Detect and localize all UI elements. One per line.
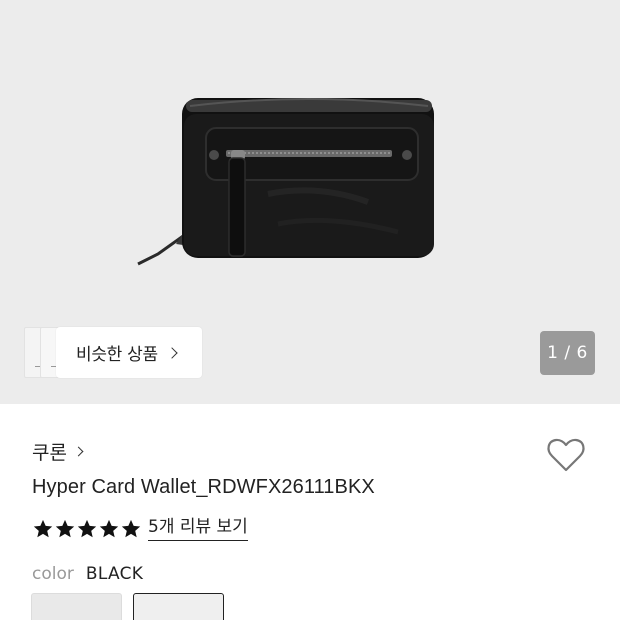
- star-filled-icon: [121, 520, 141, 538]
- similar-products-label: 비슷한 상품: [76, 345, 158, 365]
- heart-outline-icon[interactable]: [546, 436, 586, 474]
- product-image[interactable]: [128, 84, 440, 270]
- star-filled-icon: [55, 520, 75, 538]
- star-filled-icon: [33, 520, 53, 538]
- product-image-gallery[interactable]: 비슷한 상품 1 / 6: [0, 0, 620, 404]
- brand-link[interactable]: 쿠론: [32, 438, 84, 465]
- brand-name: 쿠론: [32, 442, 67, 464]
- color-swatch[interactable]: [31, 593, 122, 620]
- review-link[interactable]: 5개 리뷰 보기: [148, 518, 248, 541]
- color-value: BLACK: [85, 564, 144, 584]
- similar-products-button[interactable]: 비슷한 상품: [56, 327, 202, 378]
- rating-row: 5개 리뷰 보기: [32, 518, 248, 541]
- chevron-right-icon: [166, 347, 178, 359]
- color-label: color: [32, 564, 74, 584]
- star-filled-icon: [99, 520, 119, 538]
- chevron-right-icon: [73, 446, 84, 457]
- image-counter: 1 / 6: [540, 331, 595, 375]
- rating-stars: [32, 518, 142, 540]
- product-info: 쿠론 Hyper Card Wallet_RDWFX26111BKX 5개 리뷰…: [0, 404, 620, 620]
- star-filled-icon: [77, 520, 97, 538]
- color-row: color BLACK: [32, 564, 143, 584]
- color-swatch-selected[interactable]: [133, 593, 224, 620]
- product-title: Hyper Card Wallet_RDWFX26111BKX: [32, 476, 375, 498]
